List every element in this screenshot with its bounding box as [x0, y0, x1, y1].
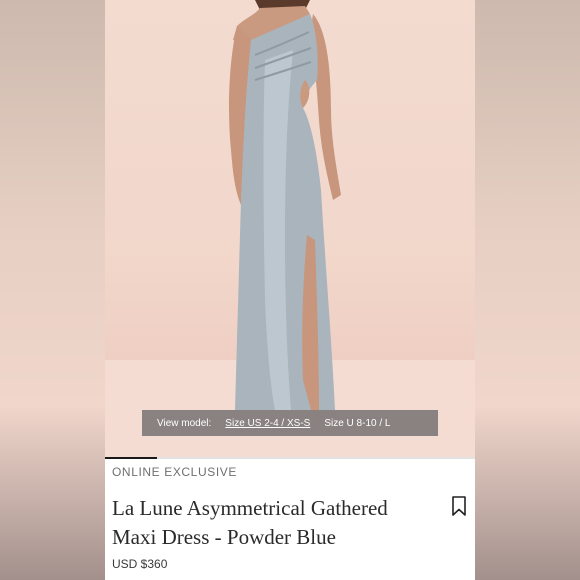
carousel-progress — [105, 457, 475, 459]
blurred-background-left — [0, 0, 105, 580]
product-price: USD $360 — [112, 557, 168, 571]
product-title: La Lune Asymmetrical Gathered Maxi Dress… — [112, 494, 442, 552]
product-title-line2: Maxi Dress - Powder Blue — [112, 525, 336, 549]
product-card: View model: Size US 2-4 / XS-S Size U 8-… — [105, 0, 475, 580]
bookmark-icon[interactable] — [450, 495, 468, 517]
view-model-bar: View model: Size US 2-4 / XS-S Size U 8-… — [142, 410, 438, 436]
blurred-background-right — [475, 0, 580, 580]
online-exclusive-badge: ONLINE EXCLUSIVE — [112, 465, 237, 479]
product-image[interactable]: View model: Size US 2-4 / XS-S Size U 8-… — [105, 0, 475, 457]
size-option-xs-s[interactable]: Size US 2-4 / XS-S — [225, 418, 310, 429]
carousel-progress-fill — [105, 457, 157, 459]
model-figure — [105, 0, 475, 457]
size-option-l[interactable]: Size U 8-10 / L — [324, 418, 390, 429]
product-title-line1: La Lune Asymmetrical Gathered — [112, 496, 388, 520]
view-model-label: View model: — [157, 417, 212, 429]
